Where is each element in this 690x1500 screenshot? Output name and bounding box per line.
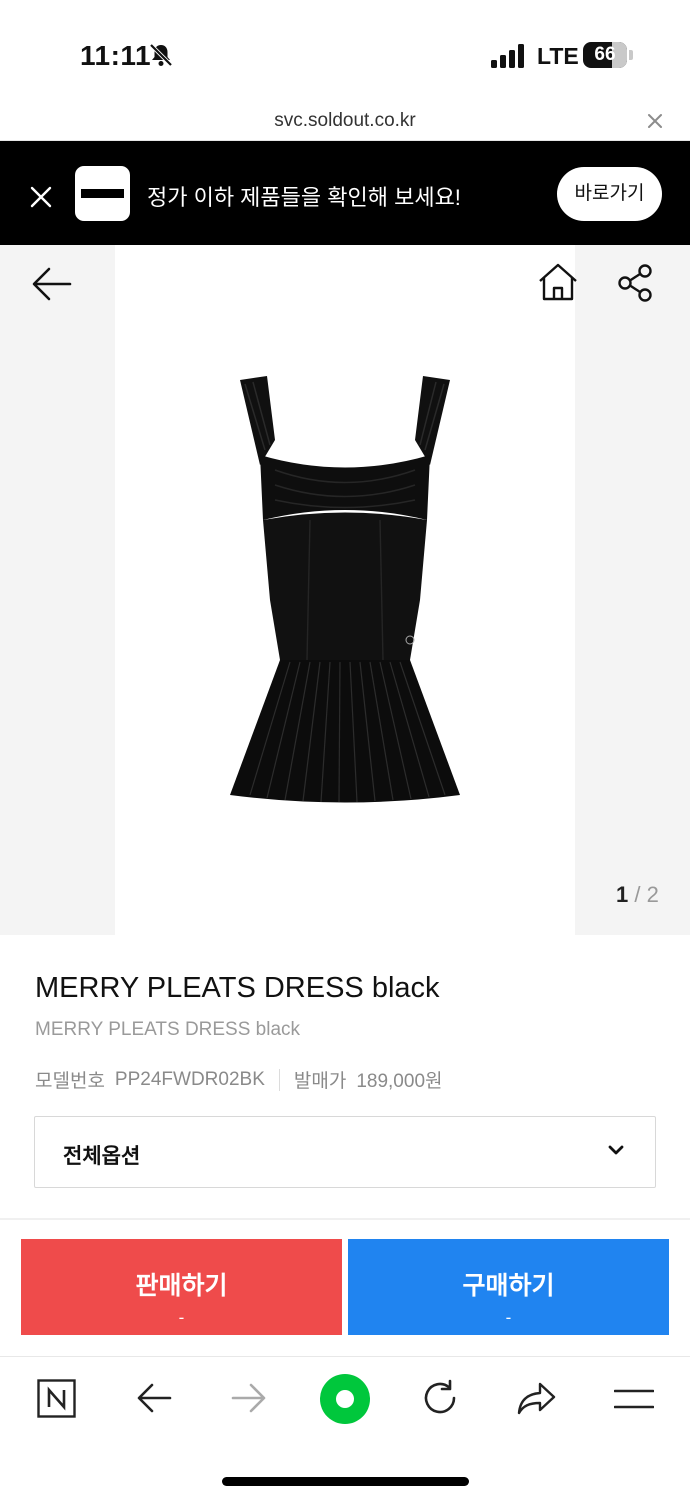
product-meta: 모델번호 PP24FWDR02BK 발매가 189,000원 [35, 1066, 443, 1093]
release-price-label: 발매가 [293, 1071, 347, 1092]
release-price-value: 189,000원 [356, 1071, 443, 1092]
share-icon[interactable] [616, 263, 656, 303]
promo-text: 정가 이하 제품들을 확인해 보세요! [147, 185, 461, 210]
battery-level: 66 [594, 44, 616, 65]
model-number-value: PP24FWDR02BK [114, 1068, 265, 1090]
pager-separator: / [634, 882, 641, 907]
share-arrow-icon[interactable] [517, 1380, 557, 1416]
meta-divider [278, 1068, 280, 1091]
option-select-label: 전체옵션 [63, 1145, 141, 1168]
clock: 11:11 [80, 40, 152, 71]
chevron-down-icon [608, 1145, 624, 1155]
promo-go-button[interactable]: 바로가기 [557, 167, 662, 221]
network-type: LTE [537, 43, 579, 69]
signal-icon [491, 44, 525, 68]
green-dot-icon[interactable] [319, 1373, 371, 1425]
banner-close-icon[interactable] [30, 186, 52, 208]
bell-muted-icon [149, 43, 173, 67]
url-text: svc.soldout.co.kr [274, 110, 416, 131]
buy-button-label: 구매하기 [462, 1272, 555, 1300]
pager-total: 2 [646, 882, 659, 907]
battery-icon: 66 [583, 42, 627, 68]
sell-button-price: - [178, 1308, 185, 1327]
buy-button[interactable]: 구매하기 - [348, 1239, 669, 1335]
back-arrow-icon[interactable] [136, 1382, 172, 1414]
battery-cap [629, 50, 633, 60]
buy-button-price: - [505, 1308, 512, 1327]
forward-arrow-icon[interactable] [231, 1382, 267, 1414]
home-icon[interactable] [537, 262, 579, 302]
naver-n-icon[interactable] [37, 1379, 76, 1418]
sell-button[interactable]: 판매하기 - [21, 1239, 342, 1335]
url-bar[interactable]: svc.soldout.co.kr [0, 100, 690, 141]
close-icon[interactable] [646, 112, 664, 130]
home-indicator[interactable] [222, 1477, 469, 1486]
pager-current: 1 [616, 882, 629, 907]
sell-button-label: 판매하기 [135, 1272, 228, 1300]
soldout-logo-icon [75, 166, 130, 221]
model-number-label: 모델번호 [35, 1071, 105, 1092]
image-pager: 1 / 2 [616, 882, 659, 908]
option-select[interactable]: 전체옵션 [34, 1116, 656, 1188]
menu-icon[interactable] [614, 1388, 654, 1410]
dress-image [230, 376, 460, 803]
status-bar: 11:11 LTE 66 [0, 0, 690, 100]
section-divider [0, 1218, 690, 1220]
refresh-icon[interactable] [421, 1379, 459, 1417]
product-subtitle: MERRY PLEATS DRESS black [35, 1019, 301, 1040]
product-title: MERRY PLEATS DRESS black [35, 972, 440, 1004]
back-icon[interactable] [30, 264, 74, 304]
